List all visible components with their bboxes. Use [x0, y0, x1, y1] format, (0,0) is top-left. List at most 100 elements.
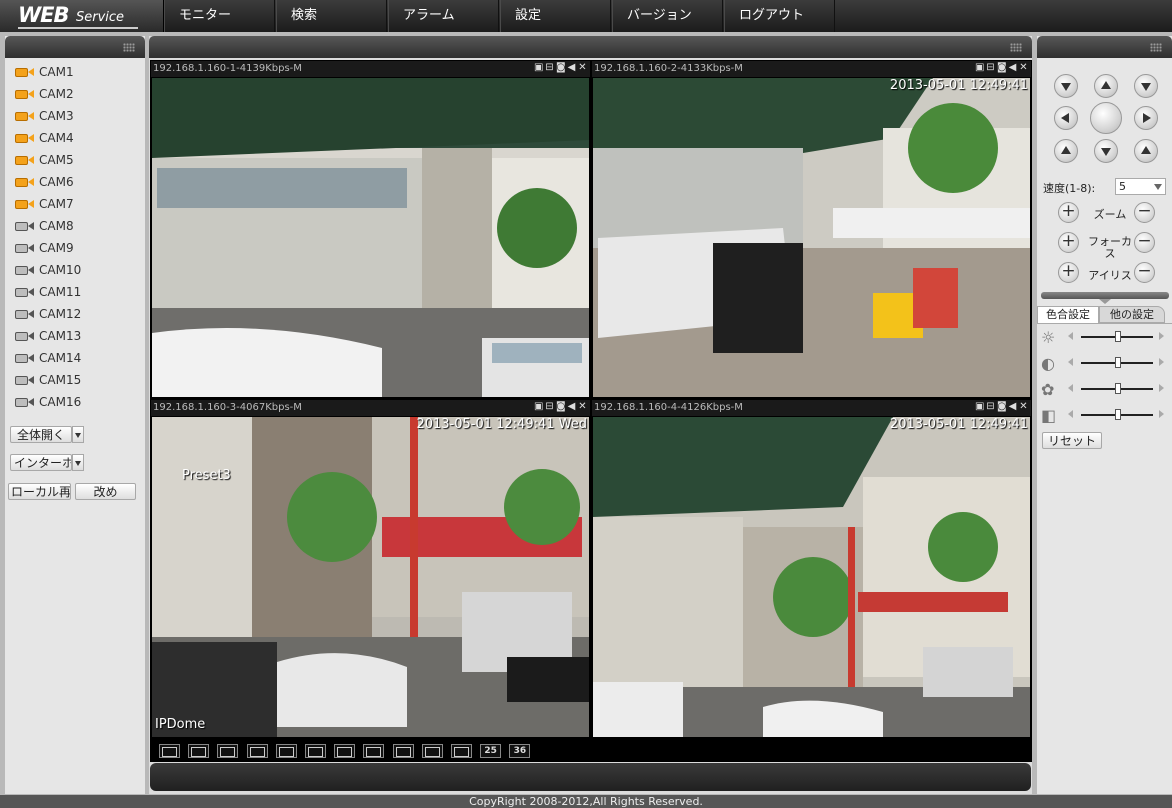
ptz-down-icon[interactable]: [1094, 139, 1118, 163]
camera-item[interactable]: CAM3: [15, 106, 74, 126]
slider-increase-icon[interactable]: [1159, 358, 1164, 366]
layout-13-icon[interactable]: [392, 744, 414, 758]
layout-20-icon[interactable]: [451, 744, 472, 758]
nav-search[interactable]: 検索: [276, 0, 387, 32]
slider-knob[interactable]: [1115, 383, 1121, 394]
audio-icon[interactable]: ◀: [1008, 402, 1017, 412]
nav-settings[interactable]: 設定: [500, 0, 611, 32]
camera-icon[interactable]: ◙: [556, 402, 566, 412]
record-icon[interactable]: ▣: [975, 402, 984, 412]
color-slider[interactable]: [1081, 409, 1153, 420]
snapshot-icon[interactable]: ⊟: [986, 402, 995, 412]
slider-knob[interactable]: [1115, 357, 1121, 368]
layout-36-icon[interactable]: 36: [509, 744, 531, 758]
collapse-arrow-icon[interactable]: [1099, 299, 1111, 304]
camera-item[interactable]: CAM2: [15, 84, 74, 104]
intercom-dropdown-icon[interactable]: [72, 454, 84, 471]
reset-button[interactable]: リセット: [1042, 432, 1102, 449]
slider-knob[interactable]: [1115, 331, 1121, 342]
local-play-button[interactable]: ローカル再: [8, 483, 71, 500]
ptz-left-up-icon[interactable]: [1054, 139, 1078, 163]
slider-increase-icon[interactable]: [1159, 384, 1164, 392]
snapshot-icon[interactable]: ⊟: [986, 63, 995, 73]
layout-1-icon[interactable]: [246, 744, 268, 758]
layout-9-icon[interactable]: [363, 744, 385, 758]
close-icon[interactable]: ✕: [1019, 63, 1028, 73]
video-pane-1[interactable]: 192.168.1.160-1-4139Kbps-M ▣ ⊟ ◙ ◀ ✕: [151, 61, 590, 398]
camera-item[interactable]: CAM13: [15, 326, 81, 346]
fullscreen-icon[interactable]: [217, 744, 239, 758]
close-icon[interactable]: ✕: [578, 402, 587, 412]
video-pane-4[interactable]: 192.168.1.160-4-4126Kbps-M ▣ ⊟ ◙ ◀ ✕ 2013-05…: [592, 400, 1031, 738]
modify-button[interactable]: 改め: [75, 483, 136, 500]
snapshot-icon[interactable]: ⊟: [545, 402, 554, 412]
video-pane-3[interactable]: 192.168.1.160-3-4067Kbps-M ▣ ⊟ ◙ ◀ ✕ 2013-05…: [151, 400, 590, 738]
nav-version[interactable]: バージョン: [612, 0, 723, 32]
slider-knob[interactable]: [1115, 409, 1121, 420]
camera-item[interactable]: CAM11: [15, 282, 81, 302]
hd-icon[interactable]: [159, 744, 180, 758]
close-icon[interactable]: ✕: [578, 63, 587, 73]
camera-item[interactable]: CAM6: [15, 172, 74, 192]
ptz-left-icon[interactable]: [1054, 106, 1078, 130]
slider-decrease-icon[interactable]: [1068, 384, 1073, 392]
nav-alarm[interactable]: アラーム: [388, 0, 499, 32]
camera-item[interactable]: CAM16: [15, 392, 81, 412]
nav-monitor[interactable]: モニター: [164, 0, 275, 32]
audio-icon[interactable]: ◀: [1008, 63, 1017, 73]
slider-increase-icon[interactable]: [1159, 332, 1164, 340]
audio-icon[interactable]: ◀: [567, 63, 576, 73]
slider-decrease-icon[interactable]: [1068, 358, 1073, 366]
layout-25-icon[interactable]: 25: [480, 744, 502, 758]
camera-item[interactable]: CAM9: [15, 238, 74, 258]
ptz-right-icon[interactable]: [1134, 106, 1158, 130]
color-slider[interactable]: [1081, 383, 1153, 394]
layout-8-icon[interactable]: [334, 744, 356, 758]
camera-icon[interactable]: ◙: [997, 402, 1007, 412]
slider-decrease-icon[interactable]: [1068, 410, 1073, 418]
nav-logout[interactable]: ログアウト: [724, 0, 835, 32]
ptz-up-icon[interactable]: [1094, 74, 1118, 98]
close-icon[interactable]: ✕: [1019, 402, 1028, 412]
focus-near-button[interactable]: +: [1058, 232, 1079, 253]
open-all-dropdown-icon[interactable]: [72, 426, 84, 443]
collapse-bar[interactable]: [1041, 292, 1169, 299]
slider-decrease-icon[interactable]: [1068, 332, 1073, 340]
camera-item[interactable]: CAM5: [15, 150, 74, 170]
camera-item[interactable]: CAM8: [15, 216, 74, 236]
ptz-right-down-icon[interactable]: [1134, 74, 1158, 98]
ptz-right-up-icon[interactable]: [1134, 139, 1158, 163]
video-pane-2[interactable]: 192.168.1.160-2-4133Kbps-M ▣ ⊟ ◙ ◀ ✕ 2013-05…: [592, 61, 1031, 398]
record-icon[interactable]: ▣: [975, 63, 984, 73]
iris-open-button[interactable]: +: [1058, 262, 1079, 283]
record-icon[interactable]: ▣: [534, 402, 543, 412]
camera-item[interactable]: CAM14: [15, 348, 81, 368]
open-all-button[interactable]: 全体開く: [10, 426, 72, 443]
layout-4-icon[interactable]: [275, 744, 297, 758]
fullscreen-alt-icon[interactable]: [188, 744, 210, 758]
layout-16-icon[interactable]: [421, 744, 443, 758]
ptz-left-down-icon[interactable]: [1054, 74, 1078, 98]
camera-item[interactable]: CAM10: [15, 260, 81, 280]
camera-item[interactable]: CAM1: [15, 62, 74, 82]
camera-item[interactable]: CAM4: [15, 128, 74, 148]
ptz-center-icon[interactable]: [1090, 102, 1122, 134]
camera-item[interactable]: CAM12: [15, 304, 81, 324]
tab-color[interactable]: 色合設定: [1037, 306, 1099, 323]
intercom-button[interactable]: インターホ: [10, 454, 72, 471]
color-slider[interactable]: [1081, 357, 1153, 368]
tab-other[interactable]: 他の設定: [1099, 306, 1165, 323]
camera-icon[interactable]: ◙: [556, 63, 566, 73]
focus-far-button[interactable]: −: [1134, 232, 1155, 253]
layout-6-icon[interactable]: [305, 744, 326, 758]
color-slider[interactable]: [1081, 331, 1153, 342]
zoom-out-button[interactable]: −: [1134, 202, 1155, 223]
speed-select[interactable]: 5: [1115, 178, 1166, 195]
record-icon[interactable]: ▣: [534, 63, 543, 73]
camera-item[interactable]: CAM7: [15, 194, 74, 214]
zoom-in-button[interactable]: +: [1058, 202, 1079, 223]
snapshot-icon[interactable]: ⊟: [545, 63, 554, 73]
audio-icon[interactable]: ◀: [567, 402, 576, 412]
camera-icon[interactable]: ◙: [997, 63, 1007, 73]
camera-item[interactable]: CAM15: [15, 370, 81, 390]
